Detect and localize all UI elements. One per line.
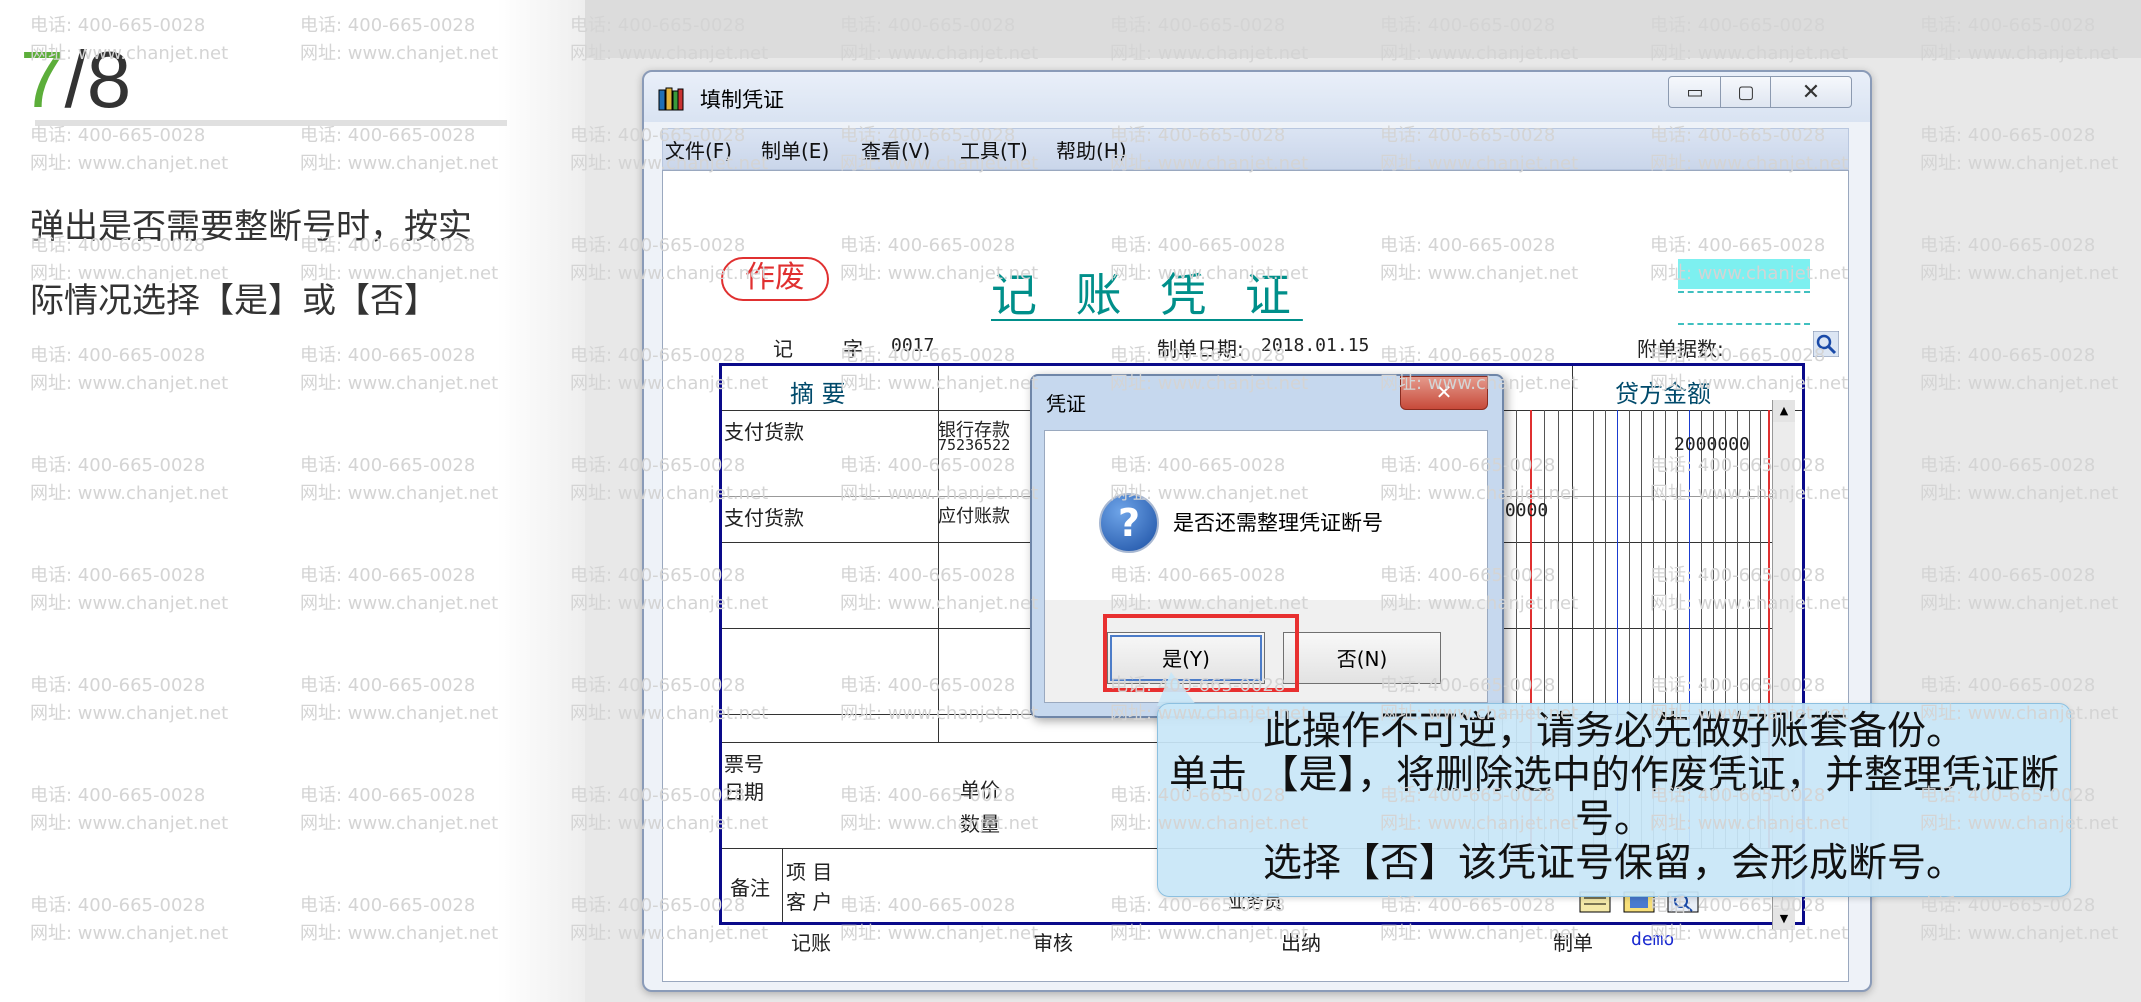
dialog-body: ? 是否还需整理凭证断号 (1044, 430, 1488, 602)
scroll-up-icon[interactable]: ▲ (1773, 400, 1795, 422)
tutorial-callout: 此操作不可逆，请务必先做好账套备份。 单击 【是】，将删除选中的作废凭证，并整理… (1157, 703, 2071, 897)
ticket-date-label: 日期 (724, 780, 764, 804)
menu-file[interactable]: 文件(F) (665, 135, 732, 164)
cashier-label: 出纳 (1281, 931, 1321, 955)
quantity-label: 数量 (960, 812, 1000, 836)
voucher-title: 记 账 凭 证 (991, 268, 1303, 322)
voucher-type: 记 (773, 337, 793, 361)
callout-line-1: 此操作不可逆，请务必先做好账套备份。 (1262, 709, 1965, 754)
callout-pointer (1157, 672, 1197, 706)
ticket-no-label: 票号 (724, 752, 764, 776)
step-counter: 7/8 (20, 30, 131, 130)
step-current: 7 (20, 35, 65, 124)
step-total: /8 (64, 35, 132, 124)
minimize-button[interactable]: ▭ (1668, 76, 1722, 108)
maker-label: 制单 (1553, 931, 1593, 955)
auditor-label: 审核 (1033, 931, 1073, 955)
instruction-panel: 7/8 弹出是否需要整断号时，按实际情况选择【是】或【否】 (0, 0, 585, 1002)
row1-summary[interactable]: 支付货款 (724, 416, 804, 445)
menu-edit[interactable]: 制单(E) (761, 135, 829, 164)
voucher-date[interactable]: 2018.01.15 (1261, 335, 1369, 356)
menu-help[interactable]: 帮助(H) (1056, 135, 1127, 164)
void-stamp: 作废 (721, 257, 829, 301)
dialog-title: 凭证 (1046, 392, 1086, 416)
question-icon: ? (1099, 493, 1159, 553)
maker-name: demo (1631, 929, 1675, 950)
instruction-text: 弹出是否需要整断号时，按实际情况选择【是】或【否】 (30, 207, 472, 321)
row2-summary[interactable]: 支付货款 (724, 502, 804, 531)
attachment-field[interactable] (1678, 259, 1810, 289)
background-strip (585, 0, 2141, 58)
window-titlebar[interactable]: 填制凭证 ▭ ▢ ✕ (644, 72, 1870, 122)
close-button[interactable]: ✕ (1770, 76, 1852, 108)
dashed-separator (1678, 323, 1810, 325)
dialog-message: 是否还需整理凭证断号 (1173, 511, 1383, 535)
unit-price-label: 单价 (960, 778, 1000, 802)
row1-account-sub: 75236522 (938, 436, 1011, 454)
voucher-number[interactable]: 0017 (891, 335, 934, 356)
no-button[interactable]: 否(N) (1283, 632, 1441, 684)
row2-account[interactable]: 应付账款 (938, 502, 1010, 528)
summary-header: 摘 要 (790, 380, 846, 408)
attachments-label: 附单据数: (1637, 337, 1724, 361)
books-icon (658, 87, 684, 111)
voucher-number-label: 字 (843, 337, 863, 361)
callout-line-2: 单击 【是】，将删除选中的作废凭证，并整理凭证断号。 (1169, 753, 2059, 842)
menu-tools[interactable]: 工具(T) (960, 135, 1028, 164)
remark-label: 备注 (730, 876, 770, 900)
bookkeeper-label: 记账 (791, 931, 831, 955)
row1-credit[interactable]: 2000000 (1674, 434, 1750, 455)
menu-view[interactable]: 查看(V) (861, 135, 930, 164)
maximize-button[interactable]: ▢ (1720, 76, 1772, 108)
menu-bar: 文件(F) 制单(E) 查看(V) 工具(T) 帮助(H) (662, 128, 1849, 170)
window-title: 填制凭证 (700, 88, 784, 112)
dashed-separator (1678, 291, 1810, 293)
step-divider (35, 120, 507, 126)
yes-button-highlight (1103, 614, 1299, 692)
date-label: 制单日期: (1157, 337, 1244, 361)
callout-line-3: 选择【否】该凭证号保留，会形成断号。 (1262, 841, 1965, 886)
project-label: 项 目 (786, 860, 833, 884)
search-icon[interactable] (1813, 331, 1839, 357)
grid-line (782, 848, 783, 922)
credit-header: 贷方金额 (1615, 380, 1711, 408)
customer-label: 客 户 (786, 890, 833, 914)
scroll-down-icon[interactable]: ▼ (1773, 908, 1795, 930)
dialog-close-button[interactable]: ✕ (1400, 376, 1488, 410)
